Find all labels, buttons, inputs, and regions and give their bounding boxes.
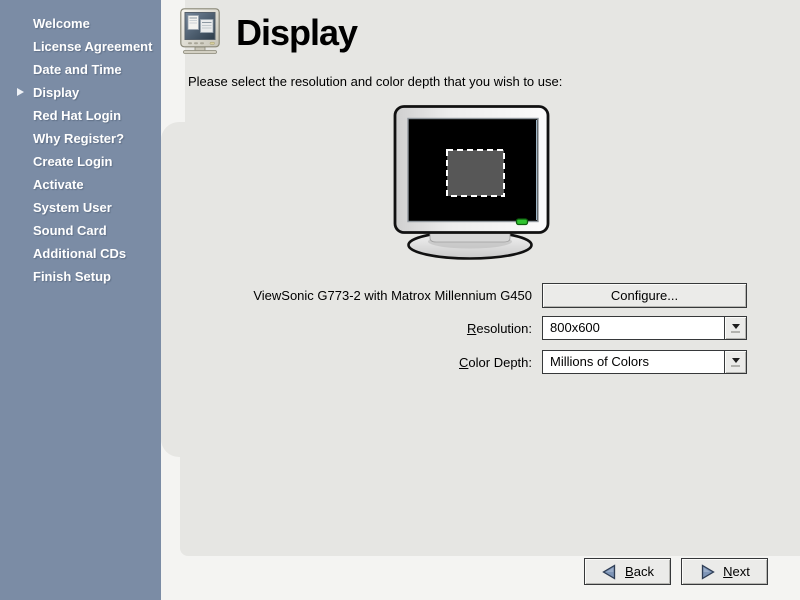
- sidebar-item-label: Create Login: [33, 154, 112, 169]
- down-triangle-icon: [732, 324, 740, 329]
- resolution-combobox[interactable]: 800x600: [542, 316, 747, 340]
- firstboot-window: Welcome License Agreement Date and Time …: [0, 0, 800, 600]
- color-depth-label: Color Depth:: [188, 355, 532, 371]
- configure-button[interactable]: Configure...: [542, 283, 747, 308]
- color-depth-combobox[interactable]: Millions of Colors: [542, 350, 747, 374]
- sidebar-item-create-login: Create Login: [0, 150, 161, 173]
- dropdown-bar-icon: [731, 331, 740, 333]
- sidebar-item-label: Display: [33, 85, 79, 100]
- dropdown-bar-icon: [731, 365, 740, 367]
- sidebar-item-label: Finish Setup: [33, 269, 111, 284]
- sidebar-item-why-register: Why Register?: [0, 127, 161, 150]
- sidebar-item-sound-card: Sound Card: [0, 219, 161, 242]
- sidebar-item-label: Date and Time: [33, 62, 122, 77]
- wizard-step-list: Welcome License Agreement Date and Time …: [0, 0, 161, 288]
- configure-button-label: Configure...: [611, 288, 678, 303]
- page-subtitle: Please select the resolution and color d…: [188, 74, 562, 89]
- sidebar-item-label: Activate: [33, 177, 84, 192]
- sidebar-item-display: Display: [0, 81, 161, 104]
- next-button-label: Next: [723, 564, 750, 579]
- sidebar-item-system-user: System User: [0, 196, 161, 219]
- dropdown-arrow-icon: [724, 317, 746, 339]
- right-pointer-icon: [17, 88, 24, 96]
- sidebar-item-welcome: Welcome: [0, 12, 161, 35]
- sidebar-item-license-agreement: License Agreement: [0, 35, 161, 58]
- sidebar-item-label: Sound Card: [33, 223, 107, 238]
- sidebar-item-additional-cds: Additional CDs: [0, 242, 161, 265]
- right-triangle-icon: [699, 564, 716, 580]
- sidebar-item-label: License Agreement: [33, 39, 152, 54]
- back-button-label: Back: [625, 564, 654, 579]
- sidebar-item-red-hat-login: Red Hat Login: [0, 104, 161, 127]
- sidebar-item-label: System User: [33, 200, 112, 215]
- resolution-value: 800x600: [543, 317, 724, 339]
- sidebar-item-label: Welcome: [33, 16, 90, 31]
- sidebar-item-finish-setup: Finish Setup: [0, 265, 161, 288]
- sidebar-item-label: Red Hat Login: [33, 108, 121, 123]
- wizard-step-sidebar: Welcome License Agreement Date and Time …: [0, 0, 161, 600]
- color-depth-value: Millions of Colors: [543, 351, 724, 373]
- resolution-label: Resolution:: [188, 321, 532, 337]
- sidebar-item-label: Why Register?: [33, 131, 124, 146]
- page-title: Display: [236, 12, 357, 54]
- monitor-preview-illustration: [385, 100, 555, 262]
- dropdown-arrow-icon: [724, 351, 746, 373]
- next-button[interactable]: Next: [681, 558, 768, 585]
- sidebar-item-date-and-time: Date and Time: [0, 58, 161, 81]
- sidebar-item-label: Additional CDs: [33, 246, 126, 261]
- device-label: ViewSonic G773-2 with Matrox Millennium …: [188, 288, 532, 304]
- sidebar-item-activate: Activate: [0, 173, 161, 196]
- crt-monitor-icon: [180, 8, 220, 54]
- down-triangle-icon: [732, 358, 740, 363]
- content-panel-lower: [180, 443, 800, 556]
- left-triangle-icon: [601, 564, 618, 580]
- back-button[interactable]: Back: [584, 558, 671, 585]
